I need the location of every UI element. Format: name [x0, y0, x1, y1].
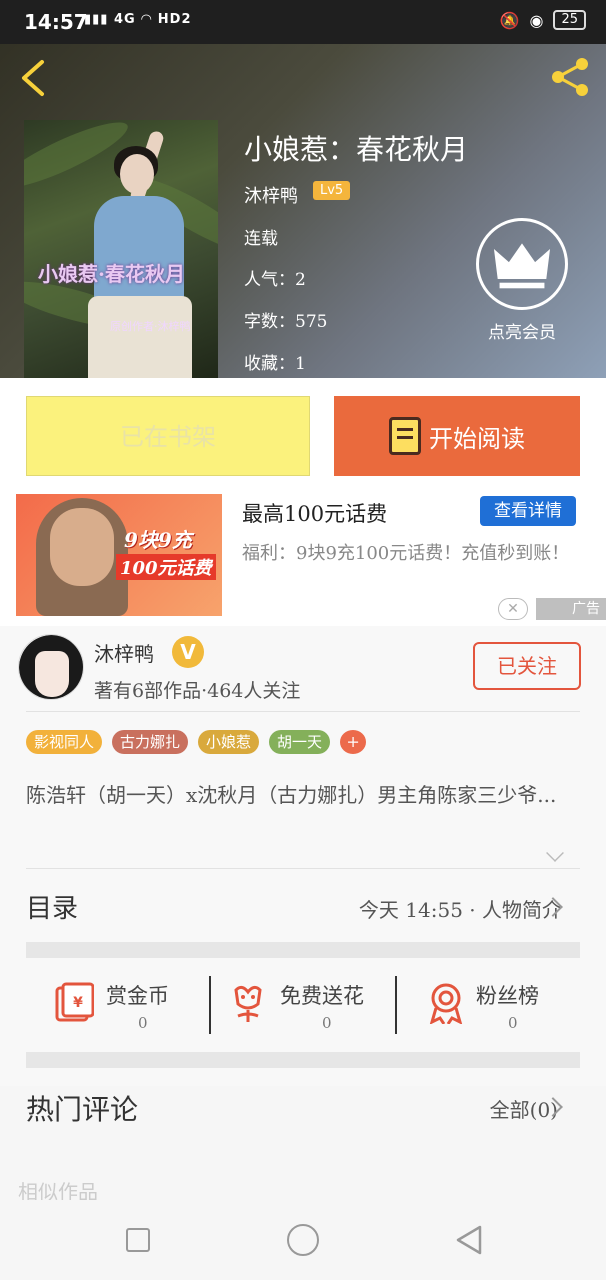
section-divider	[26, 942, 580, 958]
ad-image-text: 9块9充	[124, 528, 192, 552]
tag-chip[interactable]: 胡一天	[269, 730, 331, 754]
start-reading-button[interactable]: 开始阅读	[334, 396, 580, 476]
book-word-count: 字数：575	[244, 312, 328, 332]
recent-apps-icon[interactable]	[126, 1228, 150, 1252]
ad-tag: 广告	[536, 598, 606, 620]
ad-description: 福利：9块9充100元话费！充值秒到账！	[242, 543, 570, 564]
tag-chip[interactable]: 古力娜扎	[112, 730, 189, 754]
book-popularity: 人气：2	[244, 270, 306, 290]
stat-label: 免费送花	[280, 984, 364, 1008]
more-tags-icon[interactable]: +	[340, 730, 367, 754]
follow-button[interactable]: 已关注	[473, 642, 581, 690]
avatar-face	[35, 651, 69, 697]
flower-icon[interactable]	[228, 982, 268, 1024]
stat-separator	[395, 976, 397, 1034]
add-to-shelf-button[interactable]: 已在书架	[26, 396, 310, 476]
wifi-icon: ◠	[141, 12, 158, 27]
reward-coin-icon[interactable]: ¥	[54, 982, 94, 1024]
book-title: 小娘惹：春花秋月	[244, 133, 469, 166]
book-author[interactable]: 沐梓鸭	[244, 182, 298, 208]
ad-title: 最高100元话费	[242, 502, 388, 526]
cover-figure-skirt	[88, 296, 192, 378]
stat-value: 0	[508, 1014, 518, 1032]
ad-details-button[interactable]: 查看详情	[480, 496, 576, 526]
stat-label: 赏金币	[106, 984, 169, 1008]
tag-list: 影视同人 古力娜扎 小娘惹 胡一天 +	[26, 730, 367, 754]
divider	[26, 868, 580, 869]
ad-image[interactable]: 9块9充 100元话费	[16, 494, 222, 616]
signal-icon: ▮▮▮	[84, 12, 109, 27]
battery-icon: 25	[553, 10, 586, 30]
tag-chip[interactable]: 小娘惹	[198, 730, 260, 754]
network-indicator: ▮▮▮ 4G ◠ HD2	[84, 12, 192, 27]
cover-figure-body	[94, 196, 184, 306]
cover-author: 原创作者·沐梓鸭	[110, 320, 191, 333]
start-reading-label: 开始阅读	[429, 424, 525, 453]
stat-value: 0	[138, 1014, 148, 1032]
crown-icon[interactable]	[476, 218, 568, 310]
stat-separator	[209, 976, 211, 1034]
book-intro[interactable]: 陈浩轩（胡一天）x沈秋月（古力娜扎）男主角陈家三少爷...	[26, 780, 580, 810]
home-icon[interactable]	[287, 1224, 319, 1256]
verified-icon: V	[172, 636, 204, 668]
book-status: 连载	[244, 229, 278, 249]
avatar[interactable]	[18, 634, 84, 700]
tag-chip[interactable]: 影视同人	[26, 730, 103, 754]
stat-label: 粉丝榜	[476, 984, 539, 1008]
cover-figure-head	[120, 154, 154, 194]
status-time: 14:57	[24, 10, 88, 34]
lock-icon: ◉	[529, 10, 544, 30]
back-triangle-icon[interactable]	[454, 1224, 484, 1256]
stat-value: 0	[322, 1014, 332, 1032]
divider	[26, 711, 580, 712]
section-divider	[26, 1052, 580, 1068]
ad-figure-face	[50, 508, 114, 586]
ad-image-text: 100元话费	[116, 554, 216, 580]
vip-label[interactable]: 点亮会员	[476, 318, 568, 343]
book-icon	[389, 417, 421, 455]
mute-icon: 🔕	[499, 10, 520, 30]
book-cover[interactable]: 小娘惹·春花秋月 原创作者·沐梓鸭	[24, 120, 218, 378]
ad-close-icon[interactable]: ✕	[498, 598, 528, 620]
share-icon[interactable]	[550, 56, 592, 98]
medal-icon[interactable]	[426, 982, 466, 1024]
cover-title: 小娘惹·春花秋月	[38, 262, 185, 286]
toc-latest-chapter[interactable]: 今天 14:55 · 人物简介	[359, 894, 562, 923]
back-arrow-icon[interactable]	[18, 58, 48, 98]
hd-label: HD2	[157, 12, 192, 27]
book-favorites: 收藏：1	[244, 354, 306, 374]
author-name[interactable]: 沐梓鸭	[94, 638, 154, 667]
network-type: 4G	[114, 12, 136, 27]
status-right: 🔕 ◉ 25	[500, 10, 586, 30]
hot-comments-title: 热门评论	[26, 1093, 139, 1126]
status-bar: 14:57 ▮▮▮ 4G ◠ HD2 🔕 ◉ 25	[0, 0, 606, 44]
svg-text:¥: ¥	[73, 995, 83, 1011]
toc-title[interactable]: 目录	[26, 888, 78, 925]
author-level-badge: Lv5	[313, 181, 351, 200]
ad-banner[interactable]: 9块9充 100元话费 最高100元话费 查看详情 福利：9块9充100元话费！…	[0, 494, 606, 626]
author-stats: 著有6部作品·464人关注	[94, 680, 301, 702]
